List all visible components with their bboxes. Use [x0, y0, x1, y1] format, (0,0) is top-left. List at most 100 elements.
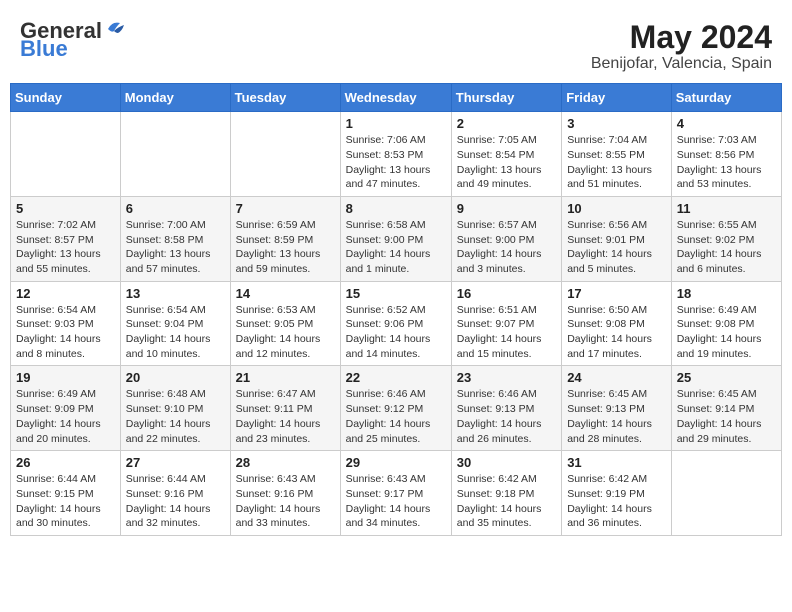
day-number: 17	[567, 286, 666, 301]
day-info: Sunrise: 6:45 AM Sunset: 9:14 PM Dayligh…	[677, 387, 776, 446]
logo-blue: Blue	[20, 38, 68, 60]
day-info: Sunrise: 6:50 AM Sunset: 9:08 PM Dayligh…	[567, 303, 666, 362]
week-row-1: 5Sunrise: 7:02 AM Sunset: 8:57 PM Daylig…	[11, 196, 782, 281]
location-title: Benijofar, Valencia, Spain	[591, 55, 772, 73]
day-number: 30	[457, 455, 556, 470]
calendar-cell: 20 Sunrise: 6:48 AM Sunset: 9:10 PM Dayli…	[120, 366, 230, 451]
calendar-cell: 8Sunrise: 6:58 AM Sunset: 9:00 PM Daylig…	[340, 196, 451, 281]
calendar-cell	[671, 451, 781, 536]
day-info: Sunrise: 6:59 AM Sunset: 8:59 PM Dayligh…	[236, 218, 335, 277]
day-info: Sunrise: 6:54 AM Sunset: 9:04 PM Dayligh…	[126, 303, 225, 362]
day-info: Sunrise: 7:04 AM Sunset: 8:55 PM Dayligh…	[567, 133, 666, 192]
day-info: Sunrise: 6:45 AM Sunset: 9:13 PM Dayligh…	[567, 387, 666, 446]
day-info: Sunrise: 6:48 AM Sunset: 9:10 PM Dayligh…	[126, 387, 225, 446]
calendar-cell: 21Sunrise: 6:47 AM Sunset: 9:11 PM Dayli…	[230, 366, 340, 451]
calendar-cell: 30Sunrise: 6:42 AM Sunset: 9:18 PM Dayli…	[451, 451, 561, 536]
weekday-header-sunday: Sunday	[11, 84, 121, 112]
calendar-cell: 24 Sunrise: 6:45 AM Sunset: 9:13 PM Dayli…	[562, 366, 672, 451]
day-info: Sunrise: 6:57 AM Sunset: 9:00 PM Dayligh…	[457, 218, 556, 277]
weekday-header-thursday: Thursday	[451, 84, 561, 112]
day-info: Sunrise: 6:46 AM Sunset: 9:12 PM Dayligh…	[346, 387, 446, 446]
day-info: Sunrise: 6:49 AM Sunset: 9:09 PM Dayligh…	[16, 387, 115, 446]
calendar-cell: 6Sunrise: 7:00 AM Sunset: 8:58 PM Daylig…	[120, 196, 230, 281]
day-number: 28	[236, 455, 335, 470]
day-number: 5	[16, 201, 115, 216]
day-number: 26	[16, 455, 115, 470]
day-number: 6	[126, 201, 225, 216]
day-info: Sunrise: 6:51 AM Sunset: 9:07 PM Dayligh…	[457, 303, 556, 362]
day-number: 16	[457, 286, 556, 301]
day-info: Sunrise: 6:54 AM Sunset: 9:03 PM Dayligh…	[16, 303, 115, 362]
day-number: 10	[567, 201, 666, 216]
day-info: Sunrise: 6:43 AM Sunset: 9:16 PM Dayligh…	[236, 472, 335, 531]
day-info: Sunrise: 6:52 AM Sunset: 9:06 PM Dayligh…	[346, 303, 446, 362]
weekday-header-tuesday: Tuesday	[230, 84, 340, 112]
day-info: Sunrise: 6:56 AM Sunset: 9:01 PM Dayligh…	[567, 218, 666, 277]
weekday-header-row: SundayMondayTuesdayWednesdayThursdayFrid…	[11, 84, 782, 112]
day-number: 27	[126, 455, 225, 470]
calendar-cell	[11, 112, 121, 197]
day-number: 21	[236, 370, 335, 385]
calendar-cell: 9 Sunrise: 6:57 AM Sunset: 9:00 PM Daylig…	[451, 196, 561, 281]
day-info: Sunrise: 6:44 AM Sunset: 9:16 PM Dayligh…	[126, 472, 225, 531]
day-number: 23	[457, 370, 556, 385]
logo: General Blue	[20, 20, 126, 60]
calendar-cell: 10 Sunrise: 6:56 AM Sunset: 9:01 PM Dayli…	[562, 196, 672, 281]
day-info: Sunrise: 7:05 AM Sunset: 8:54 PM Dayligh…	[457, 133, 556, 192]
calendar-cell: 11 Sunrise: 6:55 AM Sunset: 9:02 PM Dayli…	[671, 196, 781, 281]
calendar-cell: 27 Sunrise: 6:44 AM Sunset: 9:16 PM Dayli…	[120, 451, 230, 536]
day-number: 12	[16, 286, 115, 301]
calendar-cell: 4 Sunrise: 7:03 AM Sunset: 8:56 PM Daylig…	[671, 112, 781, 197]
day-info: Sunrise: 7:06 AM Sunset: 8:53 PM Dayligh…	[346, 133, 446, 192]
month-title: May 2024	[591, 20, 772, 55]
day-number: 11	[677, 201, 776, 216]
calendar-cell: 12 Sunrise: 6:54 AM Sunset: 9:03 PM Dayli…	[11, 281, 121, 366]
day-number: 9	[457, 201, 556, 216]
day-number: 14	[236, 286, 335, 301]
day-number: 20	[126, 370, 225, 385]
weekday-header-saturday: Saturday	[671, 84, 781, 112]
calendar-cell: 3 Sunrise: 7:04 AM Sunset: 8:55 PM Daylig…	[562, 112, 672, 197]
day-number: 25	[677, 370, 776, 385]
weekday-header-monday: Monday	[120, 84, 230, 112]
day-number: 3	[567, 116, 666, 131]
week-row-3: 19 Sunrise: 6:49 AM Sunset: 9:09 PM Dayli…	[11, 366, 782, 451]
calendar-cell: 17 Sunrise: 6:50 AM Sunset: 9:08 PM Dayli…	[562, 281, 672, 366]
day-info: Sunrise: 6:44 AM Sunset: 9:15 PM Dayligh…	[16, 472, 115, 531]
day-info: Sunrise: 7:03 AM Sunset: 8:56 PM Dayligh…	[677, 133, 776, 192]
calendar-cell	[120, 112, 230, 197]
weekday-header-friday: Friday	[562, 84, 672, 112]
day-number: 19	[16, 370, 115, 385]
calendar: SundayMondayTuesdayWednesdayThursdayFrid…	[10, 83, 782, 536]
day-info: Sunrise: 6:55 AM Sunset: 9:02 PM Dayligh…	[677, 218, 776, 277]
day-number: 13	[126, 286, 225, 301]
header: General Blue May 2024 Benijofar, Valenci…	[10, 10, 782, 78]
calendar-cell: 1Sunrise: 7:06 AM Sunset: 8:53 PM Daylig…	[340, 112, 451, 197]
day-number: 4	[677, 116, 776, 131]
day-info: Sunrise: 6:43 AM Sunset: 9:17 PM Dayligh…	[346, 472, 446, 531]
calendar-cell: 19 Sunrise: 6:49 AM Sunset: 9:09 PM Dayli…	[11, 366, 121, 451]
calendar-cell: 18 Sunrise: 6:49 AM Sunset: 9:08 PM Dayli…	[671, 281, 781, 366]
day-number: 24	[567, 370, 666, 385]
calendar-cell: 2 Sunrise: 7:05 AM Sunset: 8:54 PM Daylig…	[451, 112, 561, 197]
day-info: Sunrise: 6:49 AM Sunset: 9:08 PM Dayligh…	[677, 303, 776, 362]
calendar-cell	[230, 112, 340, 197]
calendar-cell: 31Sunrise: 6:42 AM Sunset: 9:19 PM Dayli…	[562, 451, 672, 536]
week-row-0: 1Sunrise: 7:06 AM Sunset: 8:53 PM Daylig…	[11, 112, 782, 197]
calendar-cell: 14Sunrise: 6:53 AM Sunset: 9:05 PM Dayli…	[230, 281, 340, 366]
day-number: 2	[457, 116, 556, 131]
calendar-cell: 25 Sunrise: 6:45 AM Sunset: 9:14 PM Dayli…	[671, 366, 781, 451]
weekday-header-wednesday: Wednesday	[340, 84, 451, 112]
calendar-cell: 22 Sunrise: 6:46 AM Sunset: 9:12 PM Dayli…	[340, 366, 451, 451]
calendar-cell: 15Sunrise: 6:52 AM Sunset: 9:06 PM Dayli…	[340, 281, 451, 366]
day-info: Sunrise: 6:58 AM Sunset: 9:00 PM Dayligh…	[346, 218, 446, 277]
logo-bird-icon	[104, 19, 126, 39]
day-number: 18	[677, 286, 776, 301]
day-number: 22	[346, 370, 446, 385]
calendar-cell: 5Sunrise: 7:02 AM Sunset: 8:57 PM Daylig…	[11, 196, 121, 281]
day-info: Sunrise: 6:42 AM Sunset: 9:19 PM Dayligh…	[567, 472, 666, 531]
day-number: 7	[236, 201, 335, 216]
calendar-cell: 16 Sunrise: 6:51 AM Sunset: 9:07 PM Dayli…	[451, 281, 561, 366]
calendar-cell: 29Sunrise: 6:43 AM Sunset: 9:17 PM Dayli…	[340, 451, 451, 536]
week-row-4: 26 Sunrise: 6:44 AM Sunset: 9:15 PM Dayli…	[11, 451, 782, 536]
